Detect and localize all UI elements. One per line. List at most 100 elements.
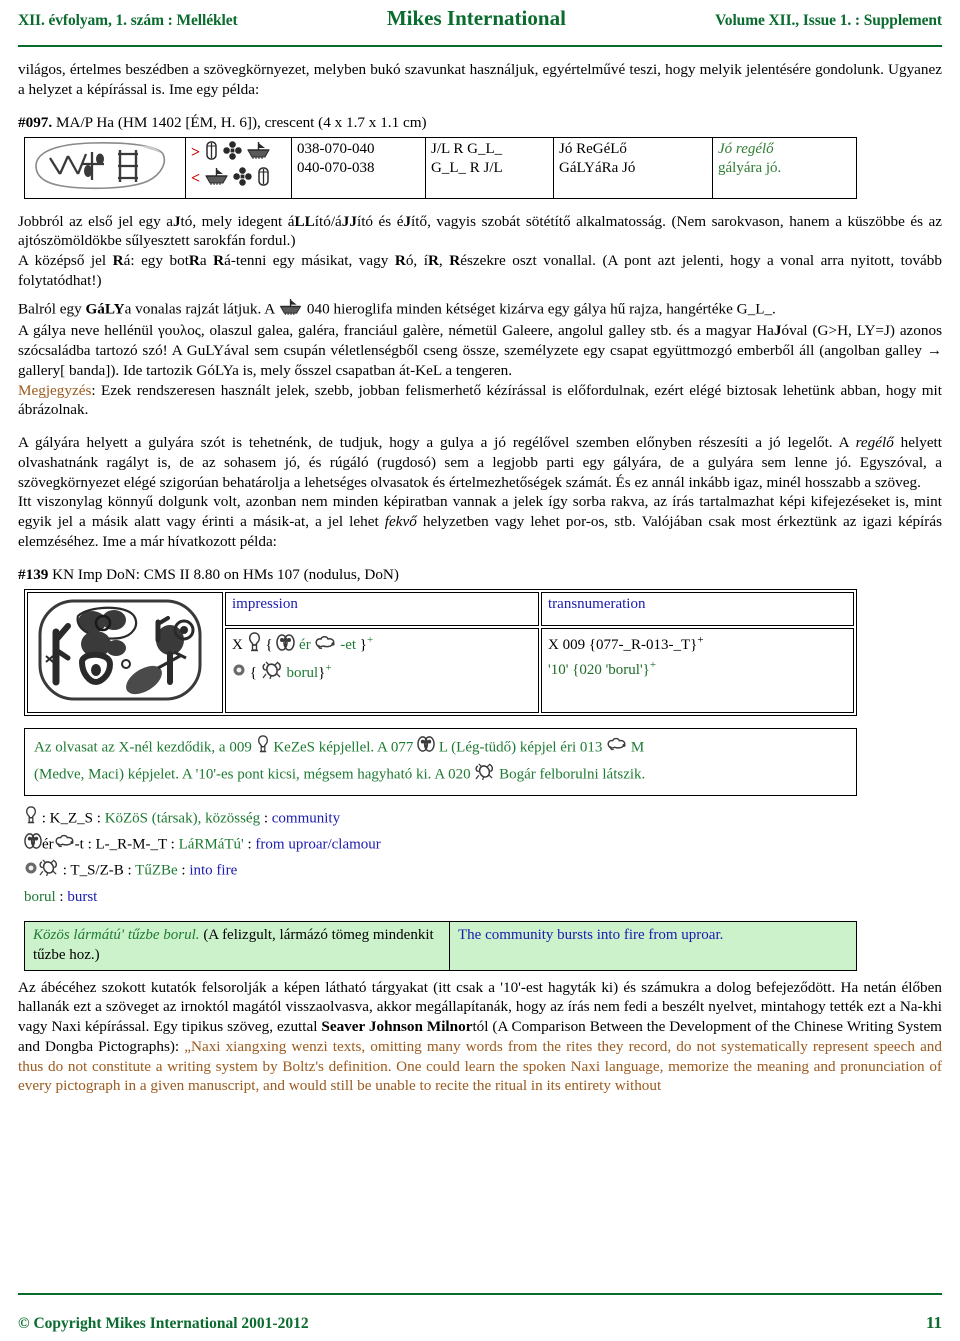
lungs-glyph <box>276 633 296 660</box>
glossary-entry-tuzbe: : T_S/Z-B : TűZBe : into fire <box>24 858 857 884</box>
example-097-table: > < 038-070-040 040-070-038 J/L R G_L_ G… <box>24 137 857 199</box>
dot-glyph <box>232 662 246 685</box>
example-097-detail: MA/P Ha (HM 1402 [ÉM, H. 6]), crescent (… <box>52 113 427 131</box>
p3-seg-a: A középső jel <box>18 252 113 270</box>
quote-open-mark: „ <box>184 1037 191 1055</box>
p4-seg-c: 040 hieroglifa minden kétséget kizárva e… <box>303 299 776 317</box>
glyph-row-reverse: < <box>191 166 286 192</box>
impression-borul: borul <box>286 664 319 681</box>
table-row: impression transnumeration <box>27 592 854 714</box>
transnumeration-line-2: '10' {020 'borul'}+ <box>548 657 847 682</box>
table-row: Közös lármátú' tűzbe borul. (A felizgult… <box>24 920 857 971</box>
glossary-sep-3b: : <box>123 862 136 879</box>
translation-hungarian-cell: Közös lármátú' tűzbe borul. (A felizgult… <box>24 920 450 971</box>
page-number: 11 <box>925 1313 942 1332</box>
glossary-english-2: from uproar/clamour <box>255 836 381 853</box>
p3-emph-r2: R <box>188 252 200 270</box>
p3-emph-r1: R <box>112 252 124 270</box>
analysis-paragraph-etymology: A gálya neve hellénül γουλος, olaszul ga… <box>18 321 942 380</box>
lungs-glyph <box>24 832 42 858</box>
impression-header-label: impression <box>232 596 298 613</box>
impression-x: X <box>232 637 243 654</box>
p3-seg-e: ó, í <box>405 252 428 270</box>
p3-seg-c: a <box>199 252 214 270</box>
page-header: XII. évfolyam, 1. szám : Melléklet Mikes… <box>14 0 946 31</box>
back-arrow: < <box>191 170 201 188</box>
hungarian-cell: Jó ReGéLő GáLYáRa Jó <box>553 137 713 199</box>
discussion-paragraph-1: A gályára helyett a gulyára szót is tehe… <box>18 433 942 492</box>
transnumeration-line-1: X 009 {077-_R-013-_T}+ <box>548 632 847 657</box>
p4-seg-a: Balról egy <box>18 299 86 317</box>
p4-emph-galy: GáLY <box>85 299 125 317</box>
crescent-seal-icon <box>35 142 166 190</box>
transnumeration-header-cell: transnumeration <box>541 592 854 627</box>
expl-seg-1c: L (Lég-tüdő) képjel éri 013 <box>435 739 607 756</box>
kezes-glyph <box>247 632 262 660</box>
glossary-sep-4: : <box>55 888 68 905</box>
bear-glyph <box>54 833 75 857</box>
transnum-sup-1: + <box>697 634 704 647</box>
intro-paragraph: világos, értelmes beszédben a szövegkörn… <box>18 61 942 98</box>
glossary-sep-3c: : <box>177 862 190 879</box>
boat-glyph <box>204 167 229 191</box>
beetle-glyph <box>474 762 495 788</box>
glyph-sequence-cell: > < <box>185 137 292 199</box>
transnum-text-2: '10' {020 'borul'} <box>548 661 650 678</box>
glossary-list: : K_Z_S : KöZöS (társak), közösség : com… <box>24 806 857 909</box>
translit-line-2: G_L_ R J/L <box>431 159 503 176</box>
reading-italic: Jó regélő <box>718 141 774 158</box>
glossary-sep-2: : <box>83 836 96 853</box>
plus-superscript-1: + <box>366 634 374 647</box>
table-row: > < 038-070-040 040-070-038 J/L R G_L_ G… <box>24 137 857 199</box>
discussion-paragraph-2: Itt viszonylag könnyű dolgunk volt, azon… <box>18 492 942 551</box>
transnumeration-header-label: transnumeration <box>548 596 646 613</box>
glossary-entry-kozos: : K_Z_S : KöZöS (társak), közösség : com… <box>24 806 857 832</box>
p2-emph-jj: JJ <box>341 212 357 230</box>
example-097-number: #097. <box>18 113 53 131</box>
p2-seg-b: tó, mely idegent á <box>180 212 295 230</box>
impression-line-2: { borul}+ <box>232 660 532 687</box>
glossary-mid-t: -t <box>74 836 84 853</box>
expl-seg-2b: Bogár felborulni látszik. <box>495 766 646 783</box>
glossary-sep-2c: : <box>243 836 256 853</box>
rightwards-arrow-icon: → <box>926 342 942 360</box>
analysis-paragraph-door: Jobbról az első jel egy aJtó, mely idege… <box>18 212 942 252</box>
translation-hungarian-italic: Közös lármátú' tűzbe borul. <box>33 926 200 943</box>
p5-seg-c: gallery[ banda]). Ide tartozik GóLYa is,… <box>18 361 512 379</box>
p2-emph-ll: LL <box>294 212 315 230</box>
door-glyph <box>256 167 271 191</box>
number-line-1: 038-070-040 <box>297 141 375 158</box>
p3-seg-d: á-tenni egy másikat, vagy <box>224 252 395 270</box>
boat-glyph <box>278 298 303 322</box>
beetle-glyph <box>38 858 59 884</box>
glossary-translit-3: T_S/Z-B <box>70 862 124 879</box>
reading-line-1: Jó regélő <box>718 140 851 158</box>
impression-line-1: X { ér -et }+ <box>232 632 532 660</box>
cross-glyph <box>223 141 242 165</box>
transliteration-cell: J/L R G_L_ G_L_ R J/L <box>425 137 554 199</box>
glossary-sep-3: : <box>59 862 71 879</box>
p2-seg-a: Jobbról az első jel egy a <box>18 212 173 230</box>
p7-italic: regélő <box>855 434 894 452</box>
page-footer: © Copyright Mikes International 2001-201… <box>18 1313 942 1333</box>
nodulus-seal-cell <box>27 592 223 714</box>
p2-emph-j: J <box>172 212 181 230</box>
glossary-sep-1: : <box>38 810 50 827</box>
closing-author-name: Seaver Johnson Milnor <box>321 1018 473 1036</box>
kezes-glyph <box>256 735 270 761</box>
glossary-english-3: into fire <box>189 862 238 879</box>
forward-arrow: > <box>191 144 201 162</box>
plus-superscript-2: + <box>325 661 332 674</box>
explanation-line-1: Az olvasat az X-nél kezdődik, a 009 KeZe… <box>34 735 847 761</box>
closing-paragraph: Az ábécéhez szokott kutatók felsorolják … <box>18 978 942 1097</box>
glossary-hungarian-1: KöZöS (társak), közösség <box>104 810 261 827</box>
glossary-english-1: community <box>271 810 341 827</box>
impression-header-cell: impression <box>225 592 539 627</box>
note-paragraph: Megjegyzés: Ezek rendszeresen használt j… <box>18 381 942 421</box>
translation-english-text: The community bursts into fire from upro… <box>458 926 724 943</box>
p2-seg-d: ító és é <box>356 212 404 230</box>
translation-table: Közös lármátú' tűzbe borul. (A felizgult… <box>24 920 857 971</box>
p3-emph-r4: R <box>394 252 406 270</box>
brace-open-2: { <box>249 664 257 681</box>
expl-seg-2a: (Medve, Maci) képjelet. A '10'-es pont k… <box>34 766 475 783</box>
